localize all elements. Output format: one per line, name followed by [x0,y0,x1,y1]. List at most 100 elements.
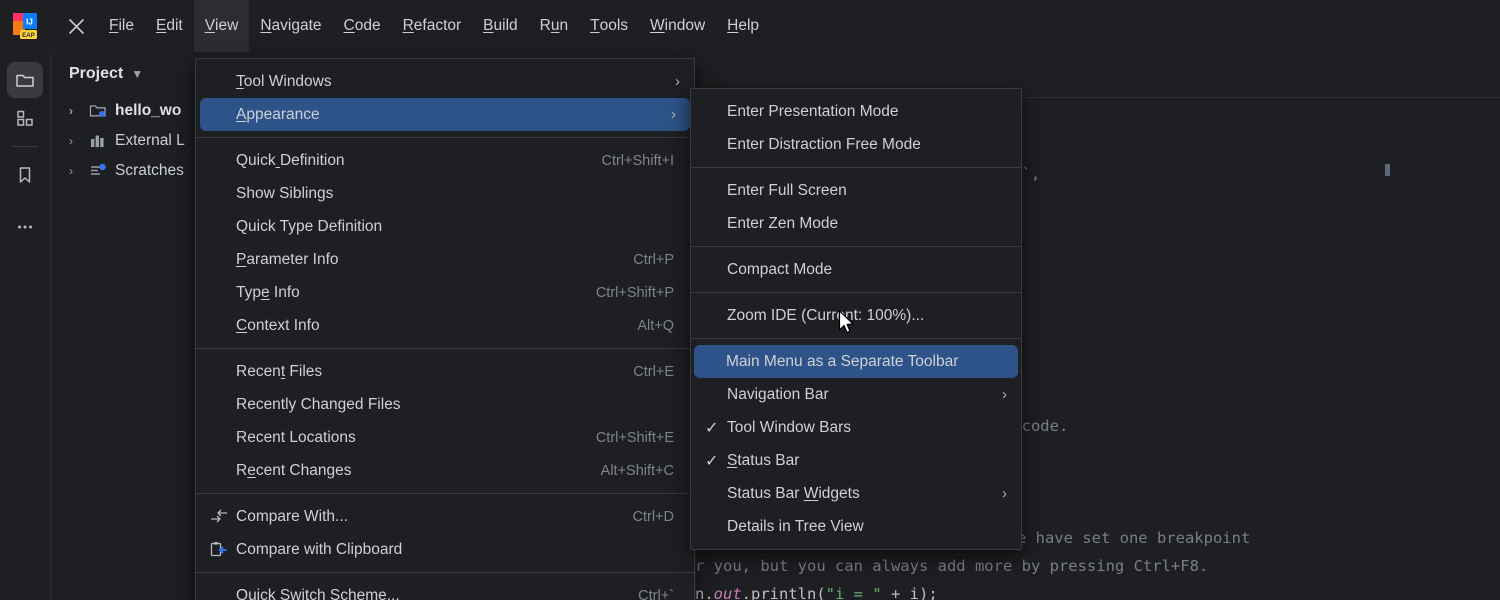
menu-item-shortcut: Ctrl+Shift+P [596,285,680,301]
menu-item-shortcut: Ctrl+E [633,364,680,380]
menu-item-quick-type-definition[interactable]: Quick Type Definition [196,210,694,243]
chevron-down-icon[interactable]: ▼ [131,68,143,80]
menu-item-shortcut: Alt+Q [637,318,680,334]
tree-expander-icon[interactable]: › [69,104,81,118]
tree-expander-icon[interactable]: › [69,164,81,178]
menu-item-compare-with-clipboard[interactable]: Compare with Clipboard [196,533,694,566]
menu-item-context-info[interactable]: Context InfoAlt+Q [196,309,694,342]
menu-separator [691,167,1021,168]
editor-scroll-marker [1385,164,1390,176]
menu-item-label: Recent Files [236,363,633,381]
intellij-idea-eap-logo[interactable]: IJ EAP [10,11,40,41]
menu-item-shortcut: Ctrl+Shift+I [601,153,680,169]
menubar-item-code[interactable]: Code [333,0,392,52]
menu-separator [196,493,694,494]
external-libraries-icon [89,132,107,150]
menu-item-navigation-bar[interactable]: Navigation Bar› [691,378,1021,411]
chevron-right-icon: › [661,106,676,123]
svg-text:EAP: EAP [22,32,35,39]
svg-text:IJ: IJ [26,18,33,27]
tree-node-label: External L [115,132,185,150]
menu-item-enter-full-screen[interactable]: Enter Full Screen [691,174,1021,207]
menu-item-label: Type Info [236,284,596,302]
checkmark-icon: ✓ [705,451,727,471]
bookmarks-icon[interactable] [7,157,43,193]
structure-icon[interactable] [7,100,43,136]
menu-item-type-info[interactable]: Type InfoCtrl+Shift+P [196,276,694,309]
menu-separator [691,246,1021,247]
menu-item-label: Context Info [236,317,637,335]
menu-item-compare-with[interactable]: Compare With...Ctrl+D [196,500,694,533]
more-tool-windows-icon[interactable] [7,209,43,245]
menu-item-label: Compare with Clipboard [236,541,680,559]
menu-separator [196,348,694,349]
println-plus: + [882,585,910,600]
menu-item-label: Recent Locations [236,429,596,447]
view-menu-popup[interactable]: Tool Windows›Appearance›Quick Definition… [195,58,695,600]
println-method: println( [751,585,826,600]
compare-with-icon [210,508,236,526]
checkmark-icon: ✓ [705,418,727,438]
menu-item-recent-locations[interactable]: Recent LocationsCtrl+Shift+E [196,421,694,454]
menu-item-label: Status Bar Widgets [727,485,992,503]
menu-item-shortcut: Ctrl+Shift+E [596,430,680,446]
menubar-item-build[interactable]: Build [472,0,528,52]
println-variable: i [910,585,919,600]
menu-item-recent-files[interactable]: Recent FilesCtrl+E [196,355,694,388]
menu-item-quick-switch-scheme[interactable]: Quick Switch Scheme...Ctrl+` [196,579,694,600]
menubar-item-navigate[interactable]: Navigate [249,0,332,52]
menu-item-enter-distraction-free-mode[interactable]: Enter Distraction Free Mode [691,128,1021,161]
menu-item-tool-window-bars[interactable]: ✓Tool Window Bars [691,411,1021,444]
menu-item-label: Details in Tree View [727,518,1007,536]
tree-expander-icon[interactable]: › [69,134,81,148]
menu-item-label: Parameter Info [236,251,633,269]
menu-item-compact-mode[interactable]: Compact Mode [691,253,1021,286]
menu-item-label: Quick Switch Scheme... [236,587,638,600]
println-dot: . [742,585,751,600]
menu-item-label: Tool Windows [236,73,665,91]
left-tool-window-rail [0,52,50,600]
menu-item-details-in-tree-view[interactable]: Details in Tree View [691,510,1021,543]
menu-item-label: Quick Definition [236,152,601,170]
menu-item-label: Enter Full Screen [727,182,1007,200]
menu-item-shortcut: Ctrl+P [633,252,680,268]
menu-item-enter-presentation-mode[interactable]: Enter Presentation Mode [691,95,1021,128]
menu-item-parameter-info[interactable]: Parameter InfoCtrl+P [196,243,694,276]
menu-item-label: Enter Distraction Free Mode [727,136,1007,154]
page-title: Project [69,65,123,83]
menu-item-shortcut: Alt+Shift+C [601,463,680,479]
menu-item-status-bar-widgets[interactable]: Status Bar Widgets› [691,477,1021,510]
chevron-right-icon: › [992,485,1007,502]
menu-item-tool-windows[interactable]: Tool Windows› [196,65,694,98]
menu-item-label: Tool Window Bars [727,419,1007,437]
menu-item-status-bar[interactable]: ✓Status Bar [691,444,1021,477]
menubar-item-window[interactable]: Window [639,0,716,52]
menubar-item-tools[interactable]: Tools [579,0,639,52]
menu-item-label: Enter Zen Mode [727,215,1007,233]
menu-item-main-menu-as-a-separate-toolbar[interactable]: Main Menu as a Separate Toolbar [694,345,1018,378]
menubar-item-run[interactable]: Run [529,0,579,52]
println-suffix: ); [919,585,938,600]
menu-item-label: Compare With... [236,508,633,526]
menu-item-quick-definition[interactable]: Quick DefinitionCtrl+Shift+I [196,144,694,177]
menubar-item-help[interactable]: Help [716,0,770,52]
menu-item-recently-changed-files[interactable]: Recently Changed Files [196,388,694,421]
menubar-item-refactor[interactable]: Refactor [392,0,473,52]
main-menu-bar: IJ EAP FileEditViewNavigateCodeRefactorB… [0,0,1500,52]
menu-bar-items: FileEditViewNavigateCodeRefactorBuildRun… [98,0,770,52]
menu-item-appearance[interactable]: Appearance› [200,98,690,131]
menubar-item-file[interactable]: File [98,0,145,52]
menu-item-label: Enter Presentation Mode [727,103,1007,121]
menu-item-enter-zen-mode[interactable]: Enter Zen Mode [691,207,1021,240]
tree-node-label: Scratches [115,162,184,180]
menubar-item-view[interactable]: View [194,0,250,52]
chevron-right-icon: › [992,386,1007,403]
menu-item-recent-changes[interactable]: Recent ChangesAlt+Shift+C [196,454,694,487]
menu-item-label: Status Bar [727,452,1007,470]
menu-item-show-siblings[interactable]: Show Siblings [196,177,694,210]
project-folder-icon[interactable] [7,62,43,98]
close-window-button[interactable] [54,0,98,52]
println-string: "i = " [826,585,882,600]
scratches-icon [89,162,107,180]
menubar-item-edit[interactable]: Edit [145,0,194,52]
